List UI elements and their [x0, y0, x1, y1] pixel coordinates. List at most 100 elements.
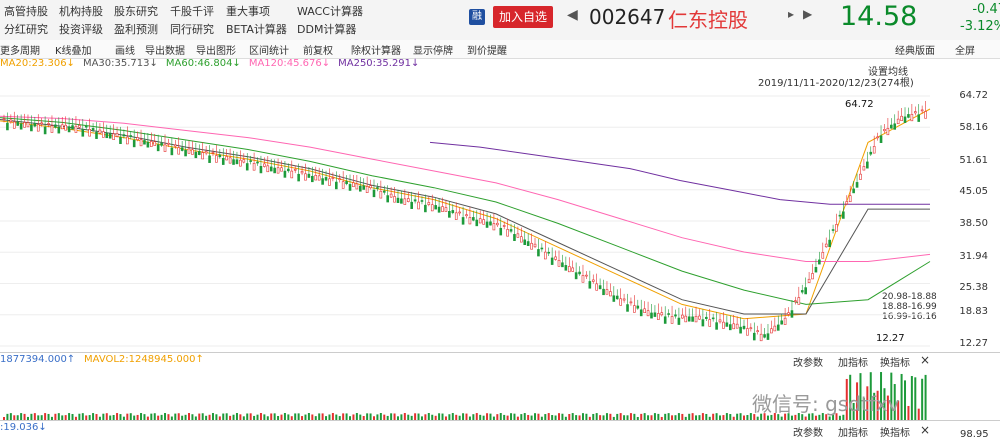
candle-body: [126, 136, 129, 145]
volume-bar: [900, 373, 903, 420]
candle-body: [324, 177, 328, 181]
link-stock-review[interactable]: 千股千评: [170, 3, 214, 19]
indicator-add-indicator[interactable]: 加指标: [838, 424, 868, 439]
candle-body: [588, 281, 592, 289]
volume-bar: [283, 413, 286, 420]
candle-body: [896, 118, 900, 125]
candle-body: [444, 207, 448, 212]
volume-switch-indicator[interactable]: 换指标: [880, 354, 910, 369]
next-stock-icon[interactable]: ▶: [803, 7, 812, 21]
toolbar-exright-calculator[interactable]: 除权计算器: [351, 42, 401, 57]
volume-bar: [499, 413, 502, 420]
toolbar-export-data[interactable]: 导出数据: [145, 42, 185, 57]
candle-body: [705, 316, 708, 319]
candle-body: [763, 334, 766, 338]
candle-body: [670, 316, 674, 324]
toolbar-more-periods[interactable]: 更多周期: [0, 42, 40, 57]
candle-body: [194, 151, 198, 159]
candle-body: [417, 201, 420, 210]
volume-close-icon[interactable]: ×: [920, 353, 930, 367]
candle-body: [139, 139, 143, 147]
candle-body: [780, 320, 783, 325]
link-wacc-calculator[interactable]: WACC计算器: [297, 3, 363, 19]
prev-stock-icon[interactable]: ◀: [567, 7, 578, 23]
series-ma250: [429, 141, 930, 205]
candle-body: [67, 126, 71, 133]
toolbar-range-stats[interactable]: 区间统计: [249, 42, 289, 57]
candle-body: [900, 115, 903, 121]
candle-body: [903, 116, 907, 123]
candle-body: [862, 166, 866, 171]
top-bar: 高管持股 机构持股 股东研究 千股千评 重大事项 WACC计算器 分红研究 投资…: [0, 0, 1000, 41]
indicator-close-icon[interactable]: ×: [920, 423, 930, 437]
toolbar-classic-layout[interactable]: 经典版面: [895, 42, 935, 57]
candle-body: [74, 125, 78, 133]
kline-chart[interactable]: 设置均线 2019/11/11-2020/12/23(274根) 64.72 1…: [0, 67, 1000, 360]
candle-body: [509, 229, 513, 232]
volume-bar: [390, 413, 393, 420]
toolbar-price-alert[interactable]: 到价提醒: [467, 42, 507, 57]
candle-body: [667, 313, 670, 315]
link-profit-forecast[interactable]: 盈利预测: [114, 21, 158, 37]
candle-body: [43, 126, 47, 135]
candle-body: [276, 167, 280, 174]
volume-bar: [914, 377, 917, 420]
volume-bar: [462, 413, 465, 420]
link-investment-rating[interactable]: 投资评级: [59, 21, 103, 37]
candle-body: [677, 317, 681, 325]
toolbar-forward-adjust[interactable]: 前复权: [303, 42, 333, 57]
toolbar-draw-line[interactable]: 画线: [115, 42, 135, 57]
ma30-legend: MA30:35.713↓: [82, 58, 158, 69]
link-shareholder-research[interactable]: 股东研究: [114, 3, 158, 19]
candle-body: [115, 133, 119, 137]
candle-body: [105, 132, 109, 139]
candle-body: [485, 221, 489, 228]
candle-body: [619, 298, 622, 306]
candle-body: [639, 309, 643, 317]
toolbar-fullscreen[interactable]: 全屏: [955, 42, 975, 57]
candle-body: [136, 137, 139, 140]
candle-body: [513, 234, 516, 241]
link-institution-holdings[interactable]: 机构持股: [59, 3, 103, 19]
add-to-watchlist-button[interactable]: 加入自选: [493, 6, 553, 28]
candle-body: [663, 316, 667, 324]
candle-body: [711, 317, 715, 320]
volume-bar: [201, 413, 204, 420]
volume-bar: [307, 413, 310, 420]
toolbar-export-graph[interactable]: 导出图形: [196, 42, 236, 57]
candle-body: [913, 111, 917, 114]
candle-body: [150, 141, 153, 147]
candle-body: [228, 157, 232, 164]
chart-toolbar: 更多周期 K线叠加 画线 导出数据 导出图形 区间统计 前复权 除权计算器 显示…: [0, 40, 1000, 59]
link-executive-holdings[interactable]: 高管持股: [4, 3, 48, 19]
indicator-switch-indicator[interactable]: 换指标: [880, 424, 910, 439]
candle-body: [842, 211, 845, 219]
flag-icon[interactable]: ▸: [788, 7, 794, 21]
toolbar-show-suspension[interactable]: 显示停牌: [413, 42, 453, 57]
candle-body: [859, 173, 862, 180]
candle-body: [441, 206, 444, 212]
candle-body: [252, 163, 256, 171]
candle-body: [156, 144, 160, 152]
axis-label-4: 38.50: [959, 218, 988, 229]
toolbar-kline-overlay[interactable]: K线叠加: [55, 42, 92, 57]
volume-add-indicator[interactable]: 加指标: [838, 354, 868, 369]
candle-body: [653, 312, 657, 317]
link-beta-calculator[interactable]: BETA计算器: [226, 21, 287, 37]
candle-body: [506, 229, 509, 237]
series-ma20: [0, 108, 931, 320]
candle-body: [876, 136, 879, 139]
link-ddm-calculator[interactable]: DDM计算器: [297, 21, 356, 37]
indicator-change-params[interactable]: 改参数: [793, 424, 823, 439]
volume-change-params[interactable]: 改参数: [793, 354, 823, 369]
candle-body: [855, 182, 859, 188]
candle-body: [537, 249, 540, 257]
candle-body: [595, 283, 598, 291]
kline-svg: [0, 95, 931, 347]
volume-legend-2: MAVOL2:1248945.000↑: [84, 354, 204, 365]
link-dividend-research[interactable]: 分红研究: [4, 21, 48, 37]
link-peer-research[interactable]: 同行研究: [170, 21, 214, 37]
link-major-events[interactable]: 重大事项: [226, 3, 270, 19]
volume-bar: [558, 413, 560, 420]
candle-body: [698, 315, 701, 320]
